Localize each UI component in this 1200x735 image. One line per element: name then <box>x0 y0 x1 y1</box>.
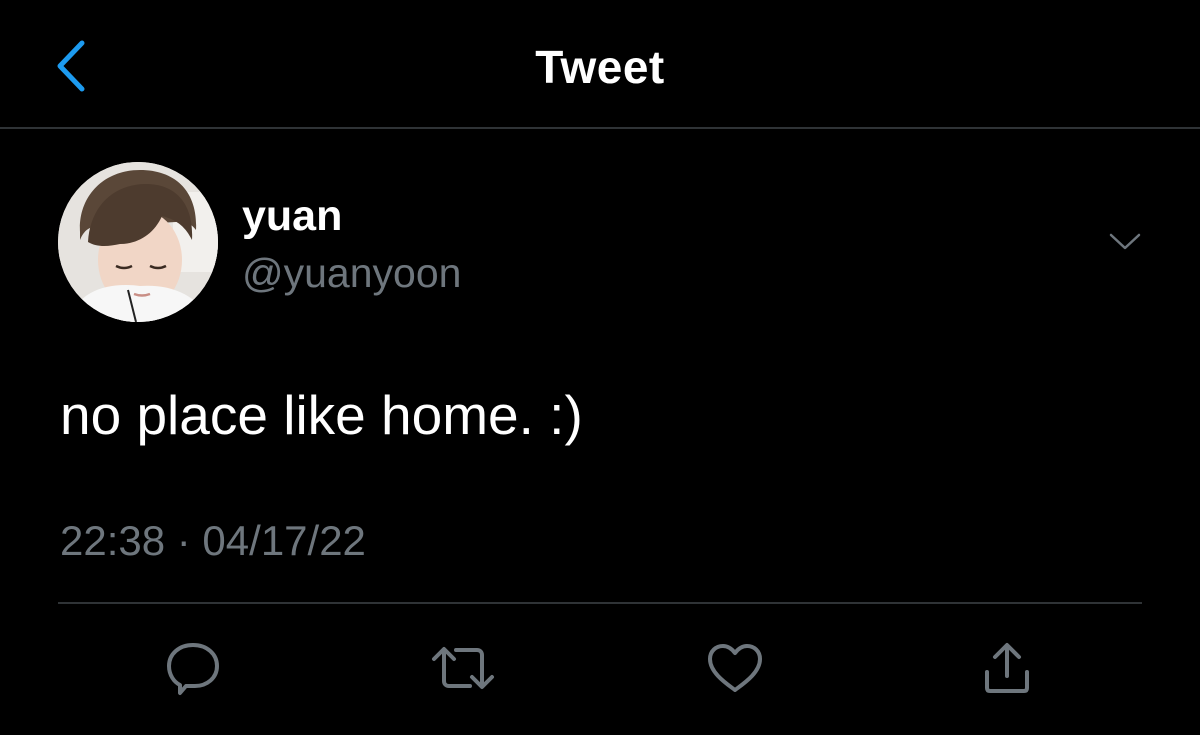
tweet-text: no place like home. :) <box>60 384 583 446</box>
author-handle[interactable]: @yuanyoon <box>242 250 461 297</box>
page-title: Tweet <box>535 41 665 93</box>
reply-icon <box>167 643 219 695</box>
tweet-options-button[interactable] <box>1100 220 1150 264</box>
reply-button[interactable] <box>158 636 228 700</box>
chevron-down-icon <box>1109 233 1141 250</box>
retweet-icon <box>432 647 494 689</box>
like-button[interactable] <box>700 636 770 700</box>
author-display-name[interactable]: yuan <box>242 192 342 241</box>
divider <box>58 602 1142 604</box>
share-button[interactable] <box>972 636 1042 700</box>
retweet-button[interactable] <box>428 636 498 700</box>
avatar-photo <box>58 162 218 322</box>
like-icon <box>708 644 762 692</box>
avatar[interactable] <box>58 162 218 322</box>
tweet-timestamp[interactable]: 22:38 · 04/17/22 <box>60 517 366 565</box>
share-icon <box>985 643 1029 693</box>
top-bar: Tweet <box>0 0 1200 129</box>
